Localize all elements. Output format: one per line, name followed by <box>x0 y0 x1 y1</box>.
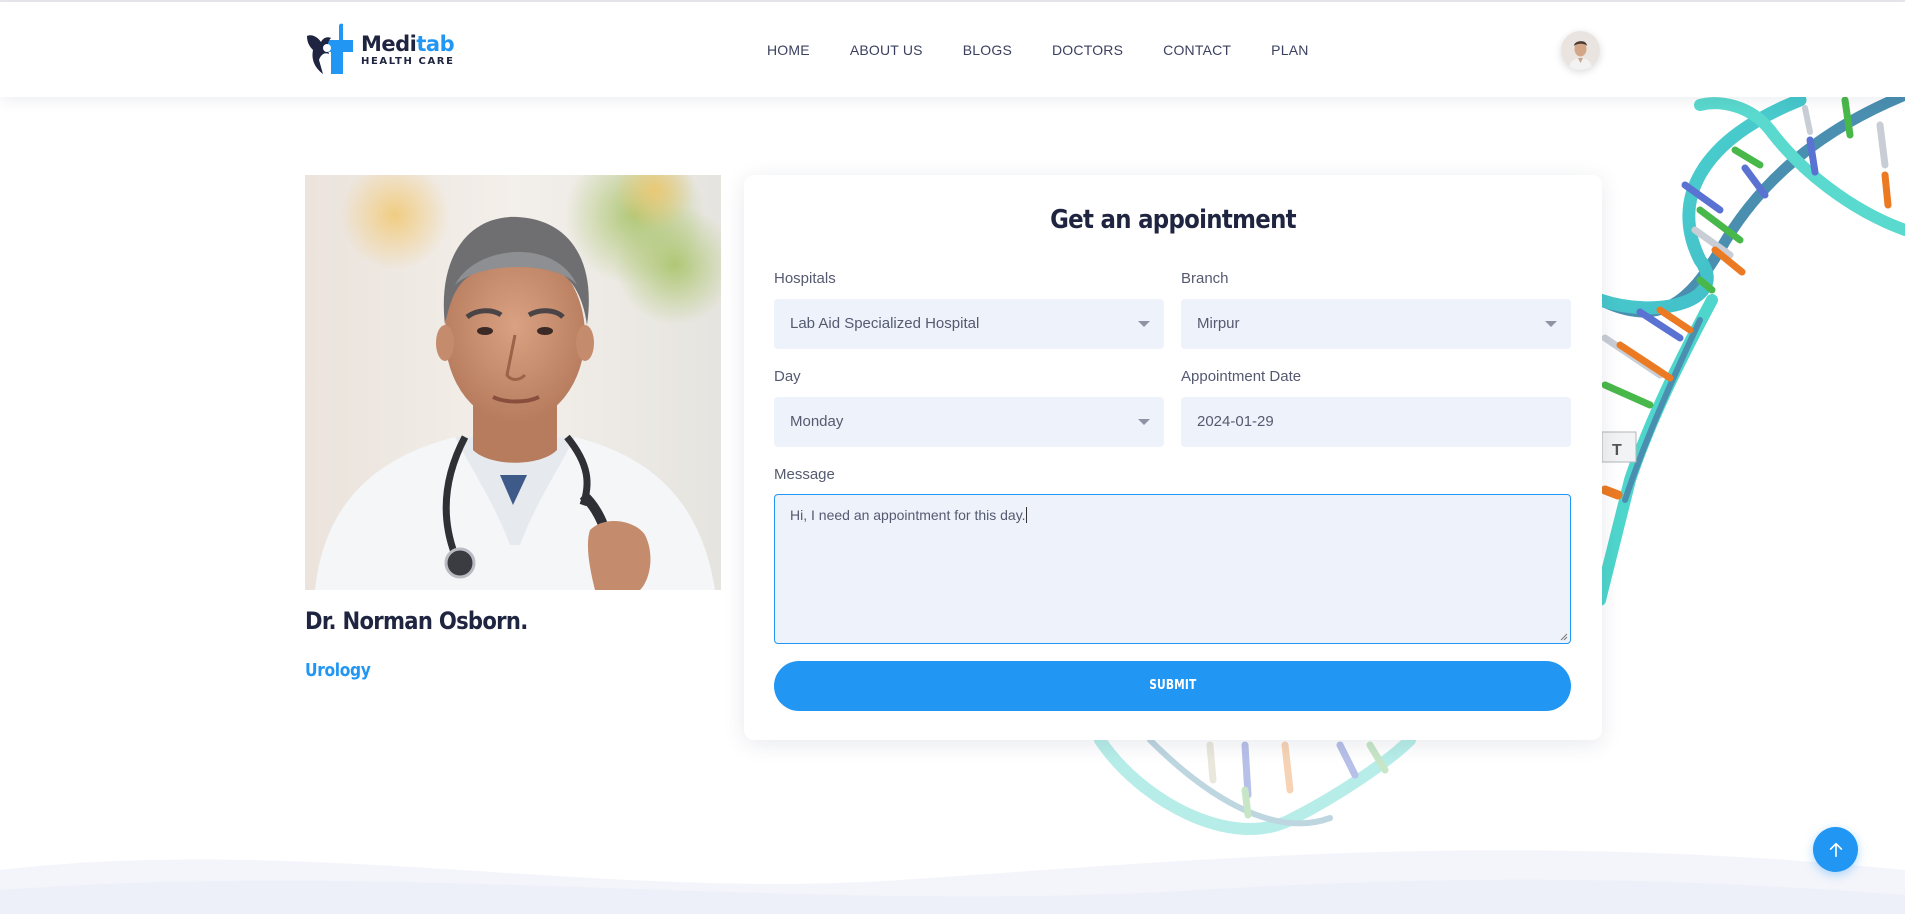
appointment-form: Get an appointment Hospitals Lab Aid Spe… <box>744 175 1602 740</box>
user-avatar[interactable] <box>1561 31 1600 70</box>
hospitals-select[interactable]: Lab Aid Specialized Hospital <box>774 299 1164 349</box>
medical-cross-logo-icon <box>307 23 353 74</box>
resize-handle-icon[interactable] <box>1560 633 1568 641</box>
doctor-department[interactable]: Urology <box>305 660 371 681</box>
form-title: Get an appointment <box>1050 205 1296 235</box>
brand-name: Meditab <box>361 32 455 56</box>
nav-contact[interactable]: CONTACT <box>1163 40 1231 60</box>
appointment-date-input[interactable]: 2024-01-29 <box>1181 397 1571 447</box>
submit-button[interactable]: SUBMIT <box>774 661 1571 711</box>
hospitals-label: Hospitals <box>774 270 836 287</box>
arrow-up-icon <box>1829 842 1842 857</box>
site-header: Meditab HEALTH CARE HOME ABOUT US BLOGS … <box>0 2 1905 97</box>
appointment-date-label: Appointment Date <box>1181 368 1302 385</box>
branch-label: Branch <box>1181 270 1229 287</box>
day-value: Monday <box>790 413 844 430</box>
hospitals-value: Lab Aid Specialized Hospital <box>790 315 980 332</box>
day-label: Day <box>774 368 801 385</box>
nav-blogs[interactable]: BLOGS <box>963 40 1012 60</box>
main-nav: HOME ABOUT US BLOGS DOCTORS CONTACT PLAN <box>750 40 1349 60</box>
day-select[interactable]: Monday <box>774 397 1164 447</box>
bottom-wave-decoration <box>0 850 1905 914</box>
nav-plan[interactable]: PLAN <box>1271 40 1308 60</box>
brand-tagline: HEALTH CARE <box>361 56 455 67</box>
caret-down-icon <box>1138 419 1150 425</box>
svg-text:T: T <box>1612 442 1622 459</box>
appointment-date-value: 2024-01-29 <box>1197 413 1274 430</box>
nav-home[interactable]: HOME <box>767 40 810 60</box>
caret-down-icon <box>1138 321 1150 327</box>
nav-doctors[interactable]: DOCTORS <box>1052 40 1123 60</box>
message-textarea[interactable]: Hi, I need an appointment for this day. <box>774 494 1571 644</box>
branch-select[interactable]: Mirpur <box>1181 299 1571 349</box>
message-value: Hi, I need an appointment for this day. <box>790 507 1026 523</box>
nav-about-us[interactable]: ABOUT US <box>850 40 923 60</box>
caret-down-icon <box>1545 321 1557 327</box>
branch-value: Mirpur <box>1197 315 1240 332</box>
text-cursor <box>1025 507 1027 523</box>
doctor-photo <box>305 175 721 590</box>
message-label: Message <box>774 466 835 483</box>
brand-logo[interactable]: Meditab HEALTH CARE <box>305 22 455 78</box>
doctor-name: Dr. Norman Osborn. <box>305 607 528 635</box>
back-to-top-button[interactable] <box>1813 827 1858 872</box>
